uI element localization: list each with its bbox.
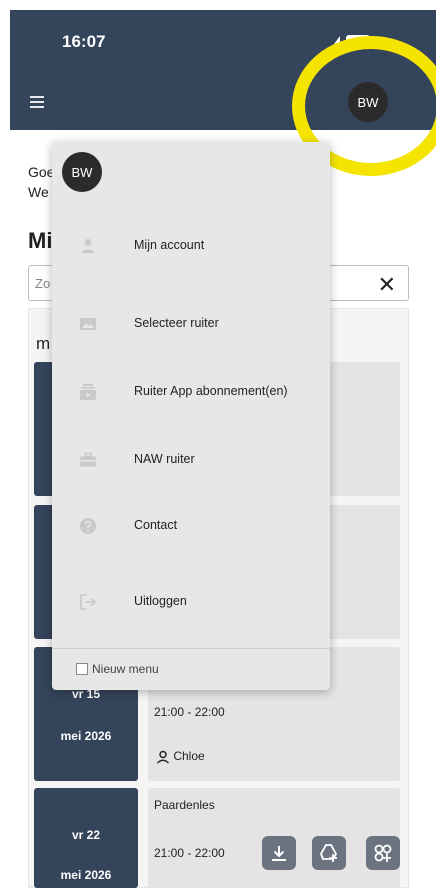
lesson-time: 21:00 - 22:00 (154, 846, 225, 860)
menu-item-uitloggen[interactable]: Uitloggen (52, 580, 330, 624)
status-time: 16:07 (62, 32, 106, 51)
person-icon (81, 239, 95, 253)
menu-item-contact[interactable]: Contact (52, 504, 330, 548)
account-dropdown-menu: BW Mijn account Selecteer ruiter Ruiter … (52, 142, 330, 690)
lesson-day: vr 22 (71, 828, 101, 842)
add-drive-button[interactable] (312, 836, 346, 870)
subscriptions-icon (80, 384, 96, 400)
menu-item-label: NAW ruiter (134, 452, 195, 466)
lesson-rider: Chloe (173, 749, 205, 763)
new-menu-label: Nieuw menu (92, 662, 159, 676)
menu-item-naw-ruiter[interactable]: NAW ruiter (52, 438, 330, 482)
menu-item-mijn-account[interactable]: Mijn account (52, 224, 330, 268)
briefcase-icon (80, 452, 96, 467)
add-workspace-icon (374, 844, 392, 862)
menu-avatar: BW (62, 152, 102, 192)
rider-row: Chloe (156, 749, 205, 764)
menu-item-label: Ruiter App abonnement(en) (134, 384, 288, 398)
lesson-month: mei 2026 (60, 729, 112, 743)
add-workspace-button[interactable] (366, 836, 400, 870)
list-header: m (36, 334, 51, 353)
hamburger-menu-icon[interactable] (30, 96, 44, 108)
menu-item-label: Contact (134, 518, 178, 532)
menu-item-label: Uitloggen (134, 594, 187, 608)
search-placeholder: Zo (35, 276, 51, 291)
logout-icon (80, 594, 97, 610)
download-icon (272, 846, 286, 861)
menu-footer: Nieuw menu (52, 648, 330, 690)
greeting-text: Goe We (28, 164, 55, 200)
image-icon (80, 318, 96, 330)
menu-item-label: Mijn account (134, 238, 205, 252)
lesson-time: 21:00 - 22:00 (154, 705, 225, 719)
person-icon (156, 750, 170, 764)
menu-item-selecteer-ruiter[interactable]: Selecteer ruiter (52, 302, 330, 346)
account-avatar-button[interactable]: BW (348, 82, 388, 122)
lesson-month: mei 2026 (60, 868, 112, 882)
download-button[interactable] (262, 836, 296, 870)
system-status-icons (334, 35, 370, 45)
clear-search-icon[interactable]: ✕ (378, 272, 396, 298)
lesson-title: Paardenles (154, 798, 215, 812)
app-bar: BW (10, 70, 436, 130)
status-bar: 16:07 (10, 10, 436, 70)
menu-item-label: Selecteer ruiter (134, 316, 219, 330)
page-title: Mi (28, 228, 53, 253)
new-menu-checkbox[interactable] (76, 663, 88, 675)
add-to-drive-icon (320, 844, 338, 862)
menu-item-ruiter-app-abonnement[interactable]: Ruiter App abonnement(en) (52, 370, 330, 414)
lesson-date-tile[interactable]: vr 22 mei 2026 (34, 788, 138, 888)
help-icon (80, 518, 96, 534)
